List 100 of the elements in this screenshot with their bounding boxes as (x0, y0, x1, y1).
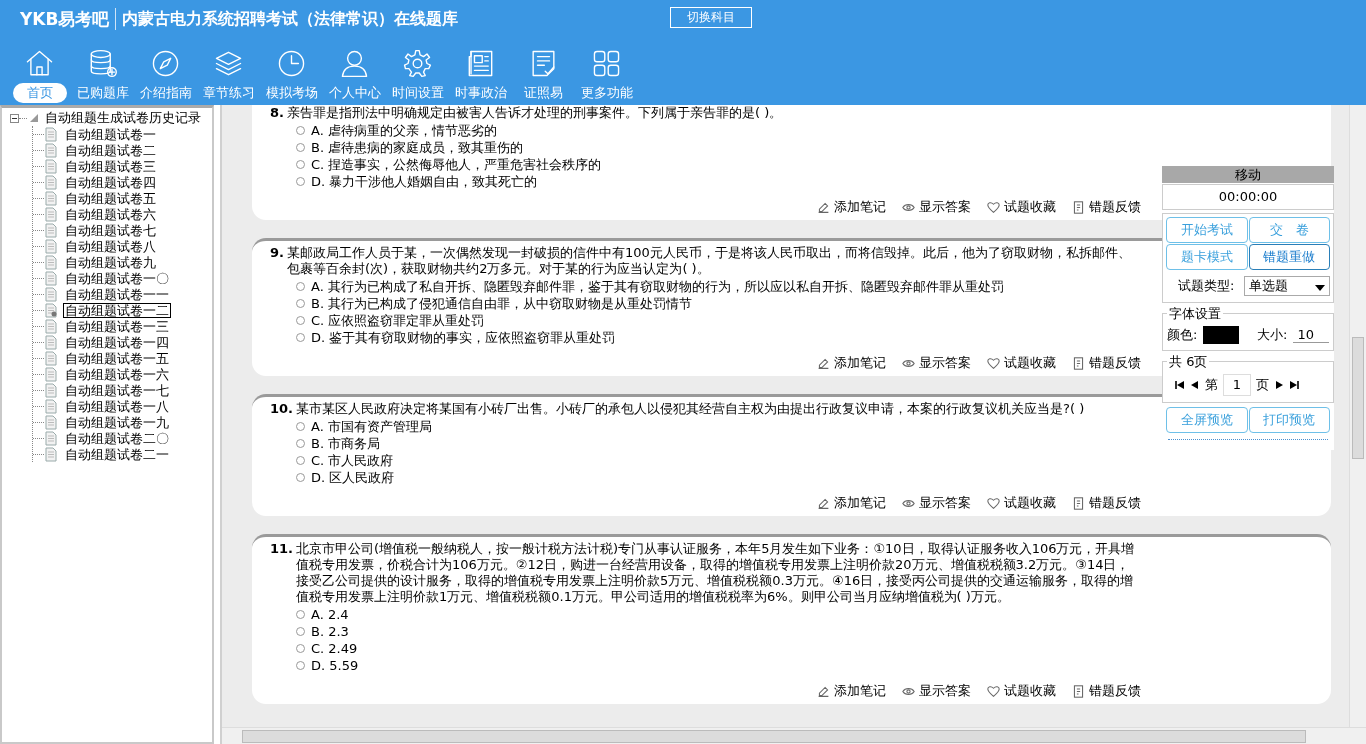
radio-button[interactable] (296, 473, 305, 482)
tree-item[interactable]: 自动组题试卷一七 (63, 382, 171, 398)
document-icon[interactable] (1072, 684, 1085, 698)
radio-button[interactable] (296, 456, 305, 465)
action-link[interactable]: 添加笔记 (834, 354, 886, 372)
collapse-icon[interactable] (10, 113, 19, 123)
action-link[interactable]: 试题收藏 (1004, 354, 1056, 372)
action-link[interactable]: 试题收藏 (1004, 682, 1056, 700)
pencil-icon[interactable] (817, 200, 830, 214)
tree-item[interactable]: 自动组题试卷四 (63, 174, 158, 190)
action-link[interactable]: 添加笔记 (834, 682, 886, 700)
action-link[interactable]: 错题反馈 (1089, 198, 1141, 216)
document-icon[interactable] (1072, 200, 1085, 214)
radio-button[interactable] (296, 422, 305, 431)
action-link[interactable]: 错题反馈 (1089, 682, 1141, 700)
action-link[interactable]: 显示答案 (919, 354, 971, 372)
action-link[interactable]: 添加笔记 (834, 494, 886, 512)
last-page-icon[interactable] (1289, 381, 1299, 389)
radio-button[interactable] (296, 644, 305, 653)
radio-button[interactable] (296, 160, 305, 169)
document-icon[interactable] (1072, 356, 1085, 370)
action-link[interactable]: 显示答案 (919, 198, 971, 216)
action-link[interactable]: 试题收藏 (1004, 494, 1056, 512)
tree-item[interactable]: 自动组题试卷一一 (63, 286, 171, 302)
tree-item[interactable]: 自动组题试卷一五 (63, 350, 171, 366)
panel-title-bar[interactable]: 移动 (1162, 166, 1334, 183)
option-text[interactable]: A. 其行为已构成了私自开拆、隐匿毁弃邮件罪，鉴于其有窃取财物的行为，所以应以私自开拆、隐匿毁弃邮件罪从重处罚 (311, 277, 1004, 296)
heart-icon[interactable] (987, 356, 1000, 370)
option-text[interactable]: B. 虐待患病的家庭成员，致其重伤的 (311, 138, 524, 157)
tree-item[interactable]: 自动组题试卷七 (63, 222, 158, 238)
option-text[interactable]: B. 市商务局 (311, 434, 381, 453)
tree-item[interactable]: 自动组题试卷一二 (63, 302, 171, 318)
radio-button[interactable] (296, 126, 305, 135)
radio-button[interactable] (296, 333, 305, 342)
option-text[interactable]: D. 5.59 (311, 658, 359, 673)
action-link[interactable]: 显示答案 (919, 494, 971, 512)
heart-icon[interactable] (987, 684, 1000, 698)
tree-item[interactable]: 自动组题试卷二一 (63, 446, 171, 462)
tree-item[interactable]: 自动组题试卷一三 (63, 318, 171, 334)
option-text[interactable]: C. 2.49 (311, 641, 358, 656)
option-text[interactable]: B. 其行为已构成了侵犯通信自由罪，从中窃取财物是从重处罚情节 (311, 294, 693, 313)
heart-icon[interactable] (987, 496, 1000, 510)
option-text[interactable]: D. 暴力干涉他人婚姻自由，致其死亡的 (311, 172, 538, 191)
option-text[interactable]: C. 市人民政府 (311, 451, 394, 470)
option-text[interactable]: A. 市国有资产管理局 (311, 417, 432, 436)
tree-item[interactable]: 自动组题试卷一〇 (63, 270, 171, 286)
tree-item[interactable]: 自动组题试卷二〇 (63, 430, 171, 446)
radio-button[interactable] (296, 143, 305, 152)
action-link[interactable]: 添加笔记 (834, 198, 886, 216)
previous-page-icon[interactable] (1190, 381, 1200, 389)
option-text[interactable]: A. 2.4 (311, 607, 349, 622)
tree-item[interactable]: 自动组题试卷九 (63, 254, 158, 270)
radio-button[interactable] (296, 282, 305, 291)
tree-item[interactable]: 自动组题试卷一八 (63, 398, 171, 414)
radio-button[interactable] (296, 177, 305, 186)
page-field[interactable]: 1 (1223, 374, 1251, 396)
radio-button[interactable] (296, 661, 305, 670)
tree-item[interactable]: 自动组题试卷六 (63, 206, 158, 222)
document-icon[interactable] (1072, 496, 1085, 510)
action-link[interactable]: 错题反馈 (1089, 494, 1141, 512)
type-dropdown[interactable]: 单选题 (1244, 276, 1330, 296)
pencil-icon[interactable] (817, 356, 830, 370)
pencil-icon[interactable] (817, 684, 830, 698)
option-text[interactable]: A. 虐待病重的父亲，情节恶劣的 (311, 121, 497, 140)
panel-button[interactable]: 错题重做 (1248, 244, 1330, 270)
option-text[interactable]: D. 区人民政府 (311, 468, 395, 487)
tree-item[interactable]: 自动组题试卷一六 (63, 366, 171, 382)
tree-item[interactable]: 自动组题试卷五 (63, 190, 158, 206)
tree-item[interactable]: 自动组题试卷八 (63, 238, 158, 254)
tree-item[interactable]: 自动组题试卷二 (63, 142, 158, 158)
tree-item[interactable]: 自动组题试卷一四 (63, 334, 171, 350)
font-size-field[interactable]: 10 (1293, 327, 1329, 343)
vertical-scrollbar[interactable] (1349, 105, 1366, 727)
radio-button[interactable] (296, 610, 305, 619)
option-text[interactable]: B. 2.3 (311, 624, 349, 639)
pencil-icon[interactable] (817, 496, 830, 510)
option-text[interactable]: C. 应依照盗窃罪定罪从重处罚 (311, 311, 485, 330)
compass-icon[interactable] (150, 48, 181, 79)
tree-item[interactable]: 自动组题试卷一 (63, 126, 158, 142)
radio-button[interactable] (296, 316, 305, 325)
grid-icon[interactable] (591, 48, 622, 79)
option-text[interactable]: C. 捏造事实，公然侮辱他人，严重危害社会秩序的 (311, 155, 602, 174)
gear-icon[interactable] (402, 48, 433, 79)
radio-button[interactable] (296, 439, 305, 448)
action-link[interactable]: 显示答案 (919, 682, 971, 700)
heart-icon[interactable] (987, 200, 1000, 214)
color-swatch[interactable] (1203, 326, 1239, 344)
person-icon[interactable] (339, 48, 370, 79)
action-link[interactable]: 错题反馈 (1089, 354, 1141, 372)
tree-item[interactable]: 自动组题试卷三 (63, 158, 158, 174)
tree-item[interactable]: 自动组题生成试卷历史记录 (45, 109, 201, 127)
radio-button[interactable] (296, 299, 305, 308)
horizontal-scrollbar[interactable] (222, 727, 1366, 744)
radio-button[interactable] (296, 627, 305, 636)
first-page-icon[interactable] (1175, 381, 1185, 389)
option-text[interactable]: D. 鉴于其有窃取财物的事实，应依照盗窃罪从重处罚 (311, 328, 616, 347)
clock-icon[interactable] (276, 48, 307, 79)
tree-item[interactable]: 自动组题试卷一九 (63, 414, 171, 430)
action-link[interactable]: 试题收藏 (1004, 198, 1056, 216)
next-page-icon[interactable] (1274, 381, 1284, 389)
